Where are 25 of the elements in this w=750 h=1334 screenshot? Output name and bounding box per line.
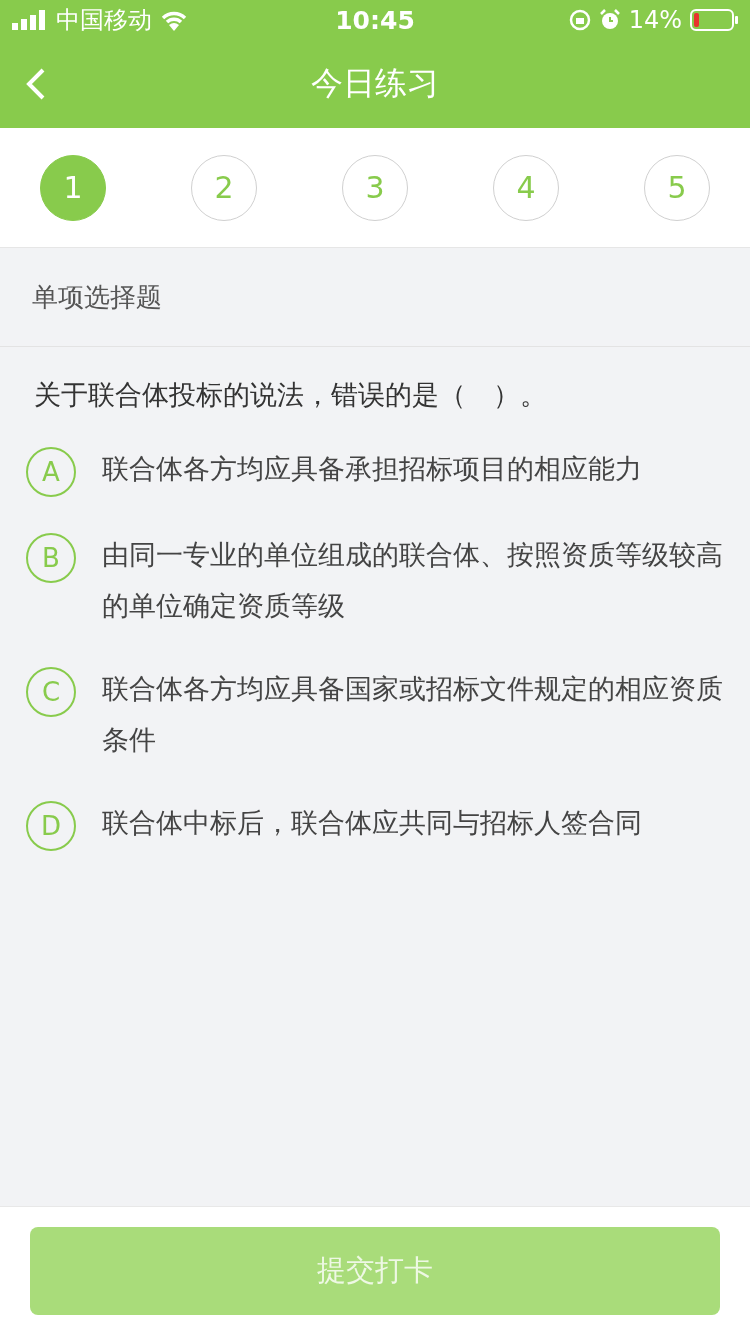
wifi-icon [160,9,188,31]
signal-icon [12,10,48,30]
option-text[interactable]: 联合体中标后，联合体应共同与招标人签合同 [102,797,642,848]
question-text: 关于联合体投标的说法，错误的是（ ）。 [33,378,548,412]
option-text[interactable]: 由同一专业的单位组成的联合体、按照资质等级较高的单位确定资质等级 [102,529,724,631]
option-text[interactable]: 联合体各方均应具备国家或招标文件规定的相应资质条件 [102,663,724,765]
rotation-lock-icon [568,9,591,31]
question-number-tab[interactable]: 1 [40,154,106,221]
option-letter[interactable]: D [26,801,76,851]
battery-percent: 14% [628,6,682,34]
question-number-tab[interactable]: 4 [493,154,559,221]
carrier-name: 中国移动 [56,5,152,36]
back-icon[interactable] [26,68,46,100]
option-text[interactable]: 联合体各方均应具备承担招标项目的相应能力 [102,443,642,494]
alarm-icon [598,9,621,31]
option-letter[interactable]: A [26,447,76,497]
question-type: 单项选择题 [32,280,162,314]
question-number-tab[interactable]: 3 [342,154,408,221]
page-title: 今日练习 [311,63,439,104]
option-letter[interactable]: B [26,533,76,583]
option-letter[interactable]: C [26,667,76,717]
question-number-tab[interactable]: 2 [191,154,257,221]
clock-time: 10:45 [335,5,415,35]
battery-icon [690,9,738,31]
question-number-tab[interactable]: 5 [644,154,710,221]
